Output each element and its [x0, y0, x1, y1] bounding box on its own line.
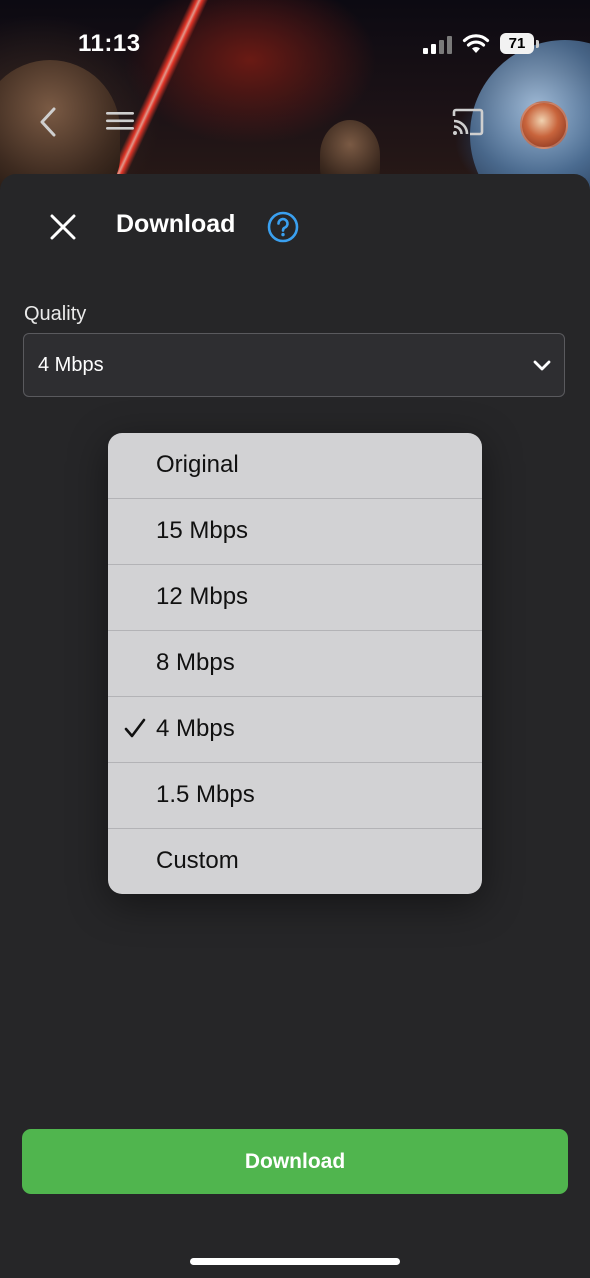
help-icon[interactable] [267, 211, 299, 243]
menu-item-8-mbps[interactable]: 8 Mbps [108, 631, 482, 697]
checkmark-icon [124, 718, 146, 738]
cellular-signal-icon [423, 36, 452, 54]
chevron-left-icon[interactable] [36, 106, 60, 138]
quality-label: Quality [24, 303, 87, 325]
status-time: 11:13 [78, 30, 141, 57]
wifi-icon [462, 34, 490, 53]
menu-item-label: 12 Mbps [156, 583, 249, 610]
menu-item-label: 1.5 Mbps [156, 781, 255, 808]
home-indicator [190, 1258, 400, 1265]
hamburger-icon[interactable] [105, 108, 135, 134]
menu-item-original[interactable]: Original [108, 433, 482, 499]
menu-item-15-mbps[interactable]: 15 Mbps [108, 499, 482, 565]
menu-item-12-mbps[interactable]: 12 Mbps [108, 565, 482, 631]
sheet-title: Download [116, 210, 236, 238]
chevron-down-icon [533, 360, 551, 371]
download-button[interactable]: Download [22, 1129, 568, 1194]
quality-selected-value: 4 Mbps [38, 354, 104, 376]
cast-icon[interactable] [451, 108, 485, 136]
battery-indicator: 71 [500, 33, 534, 54]
menu-item-custom[interactable]: Custom [108, 829, 482, 894]
menu-item-label: 8 Mbps [156, 649, 235, 676]
menu-item-4-mbps[interactable]: 4 Mbps [108, 697, 482, 763]
menu-item-label: 15 Mbps [156, 517, 249, 544]
menu-item-label: Custom [156, 847, 239, 874]
quality-select[interactable]: 4 Mbps [23, 333, 565, 397]
menu-item-label: 4 Mbps [156, 715, 235, 742]
status-bar: 11:13 71 [0, 0, 590, 90]
avatar[interactable] [520, 101, 568, 149]
menu-item-1-5-mbps[interactable]: 1.5 Mbps [108, 763, 482, 829]
close-icon[interactable] [50, 214, 76, 240]
battery-nub [536, 40, 539, 48]
menu-item-label: Original [156, 451, 239, 478]
quality-options-menu: Original 15 Mbps 12 Mbps 8 Mbps 4 Mbps 1… [108, 433, 482, 894]
